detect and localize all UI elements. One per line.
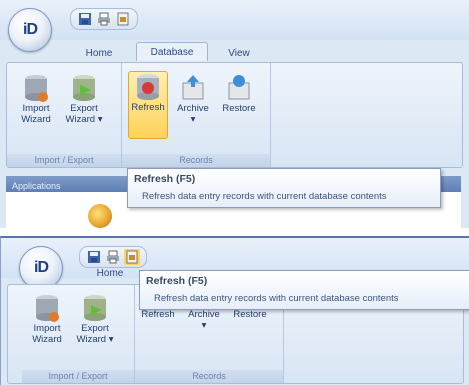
tab-database[interactable]: Database bbox=[136, 42, 208, 61]
ribbon-panel: Import Wizard Export Wizard ▾ Import / E… bbox=[6, 62, 463, 168]
export-wizard-button-2[interactable]: Export Wizard ▾ bbox=[76, 293, 114, 345]
group-label-records: Records bbox=[122, 154, 270, 167]
group-import-export: Import Wizard Export Wizard ▾ Import / E… bbox=[7, 63, 122, 167]
database-import-icon bbox=[22, 73, 50, 103]
group-label-records-2: Records bbox=[135, 370, 283, 383]
archive-button[interactable]: Archive ▾ bbox=[174, 73, 212, 125]
refresh-label: Refresh bbox=[131, 102, 165, 113]
database-refresh-icon bbox=[134, 72, 162, 102]
restore-button[interactable]: Restore bbox=[220, 73, 258, 114]
database-export-icon bbox=[81, 293, 109, 323]
email-icon[interactable] bbox=[115, 11, 131, 27]
archive-label-2: Archive ▾ bbox=[188, 309, 220, 331]
restore-button-2[interactable]: Restore bbox=[231, 309, 269, 320]
refresh-tooltip-2: Refresh (F5) Refresh data entry records … bbox=[139, 270, 469, 310]
group-label-import-export-2: Import / Export bbox=[22, 370, 134, 383]
restore-icon bbox=[225, 73, 253, 103]
save-icon[interactable] bbox=[77, 11, 93, 27]
quick-access-toolbar bbox=[70, 8, 138, 30]
applications-label: Applications bbox=[12, 181, 61, 191]
import-wizard-label-2: Import Wizard bbox=[32, 323, 62, 345]
tooltip-description-2: Refresh data entry records with current … bbox=[154, 293, 399, 304]
app-logo-2: iD bbox=[34, 259, 49, 276]
email-icon[interactable] bbox=[124, 249, 140, 265]
app-orb-image bbox=[88, 204, 112, 228]
tooltip-title-2: Refresh (F5) bbox=[146, 275, 208, 287]
print-icon[interactable] bbox=[105, 249, 121, 265]
refresh-button-2[interactable]: Refresh bbox=[139, 309, 177, 320]
archive-button-2[interactable]: Archive ▾ bbox=[185, 309, 223, 331]
group-import-export-2: Import Wizard Export Wizard ▾ Import / E… bbox=[22, 285, 135, 383]
restore-label-2: Restore bbox=[233, 309, 267, 320]
refresh-tooltip: Refresh (F5) Refresh data entry records … bbox=[127, 168, 441, 208]
refresh-label-2: Refresh bbox=[141, 309, 175, 320]
import-wizard-button-2[interactable]: Import Wizard bbox=[28, 293, 66, 345]
group-label-import-export: Import / Export bbox=[7, 154, 121, 167]
database-import-icon bbox=[33, 293, 61, 323]
tab-home-2[interactable]: Home bbox=[85, 264, 135, 282]
restore-label: Restore bbox=[222, 103, 256, 114]
app-logo: iD bbox=[23, 21, 38, 38]
archive-box-icon bbox=[179, 73, 207, 103]
ribbon-frame-home: iD Home Import Wizard Export Wizard ▾ Im… bbox=[0, 236, 469, 385]
export-wizard-button[interactable]: Export Wizard ▾ bbox=[65, 73, 103, 125]
tab-home[interactable]: Home bbox=[72, 44, 126, 62]
ribbon-frame-database: iD Home Database View Import Wizard Expo… bbox=[0, 0, 469, 228]
export-wizard-label: Export Wizard ▾ bbox=[65, 103, 103, 125]
tooltip-description: Refresh data entry records with current … bbox=[142, 191, 387, 202]
print-icon[interactable] bbox=[96, 11, 112, 27]
database-export-icon bbox=[70, 73, 98, 103]
save-icon[interactable] bbox=[86, 249, 102, 265]
tooltip-title: Refresh (F5) bbox=[134, 173, 196, 185]
import-wizard-button[interactable]: Import Wizard bbox=[17, 73, 55, 125]
refresh-button[interactable]: Refresh bbox=[128, 71, 168, 139]
export-wizard-label-2: Export Wizard ▾ bbox=[76, 323, 114, 345]
group-records: Refresh Archive ▾ Restore Records bbox=[122, 63, 271, 167]
import-wizard-label: Import Wizard bbox=[21, 103, 51, 125]
app-menu-button[interactable]: iD bbox=[8, 8, 52, 52]
tab-view[interactable]: View bbox=[216, 44, 262, 62]
archive-label: Archive ▾ bbox=[177, 103, 209, 125]
